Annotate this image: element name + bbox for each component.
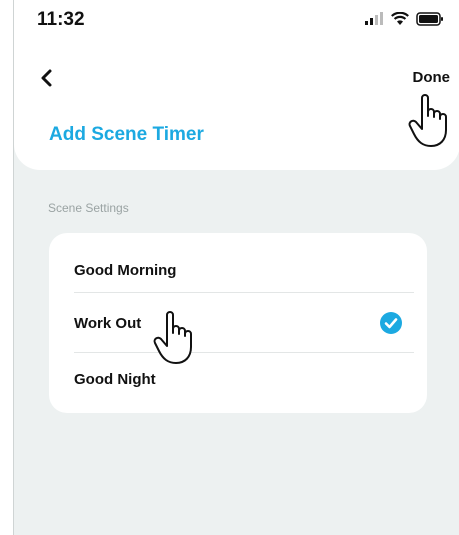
back-button[interactable] bbox=[36, 67, 58, 89]
app-screen: 11:32 Done Add Scene Timer Scene Setting… bbox=[13, 0, 459, 535]
done-button[interactable]: Done bbox=[413, 69, 451, 86]
scene-label: Work Out bbox=[74, 314, 142, 332]
scene-label: Good Night bbox=[74, 370, 156, 388]
scene-list: Good Morning Work Out Good Night bbox=[49, 233, 427, 413]
wifi-icon bbox=[391, 12, 409, 25]
scene-item-work-out[interactable]: Work Out bbox=[74, 293, 414, 353]
cellular-signal-icon bbox=[365, 12, 383, 25]
checkmark-icon bbox=[380, 312, 402, 334]
status-time: 11:32 bbox=[37, 9, 85, 30]
status-icons bbox=[364, 12, 444, 26]
scene-item-good-night[interactable]: Good Night bbox=[74, 349, 414, 409]
scene-item-good-morning[interactable]: Good Morning bbox=[74, 240, 414, 300]
section-label: Scene Settings bbox=[48, 201, 129, 215]
header-card: 11:32 Done Add Scene Timer bbox=[14, 0, 459, 170]
scene-label: Good Morning bbox=[74, 261, 177, 279]
battery-icon bbox=[416, 12, 443, 26]
chevron-left-icon bbox=[41, 69, 52, 87]
page-title: Add Scene Timer bbox=[49, 124, 204, 145]
